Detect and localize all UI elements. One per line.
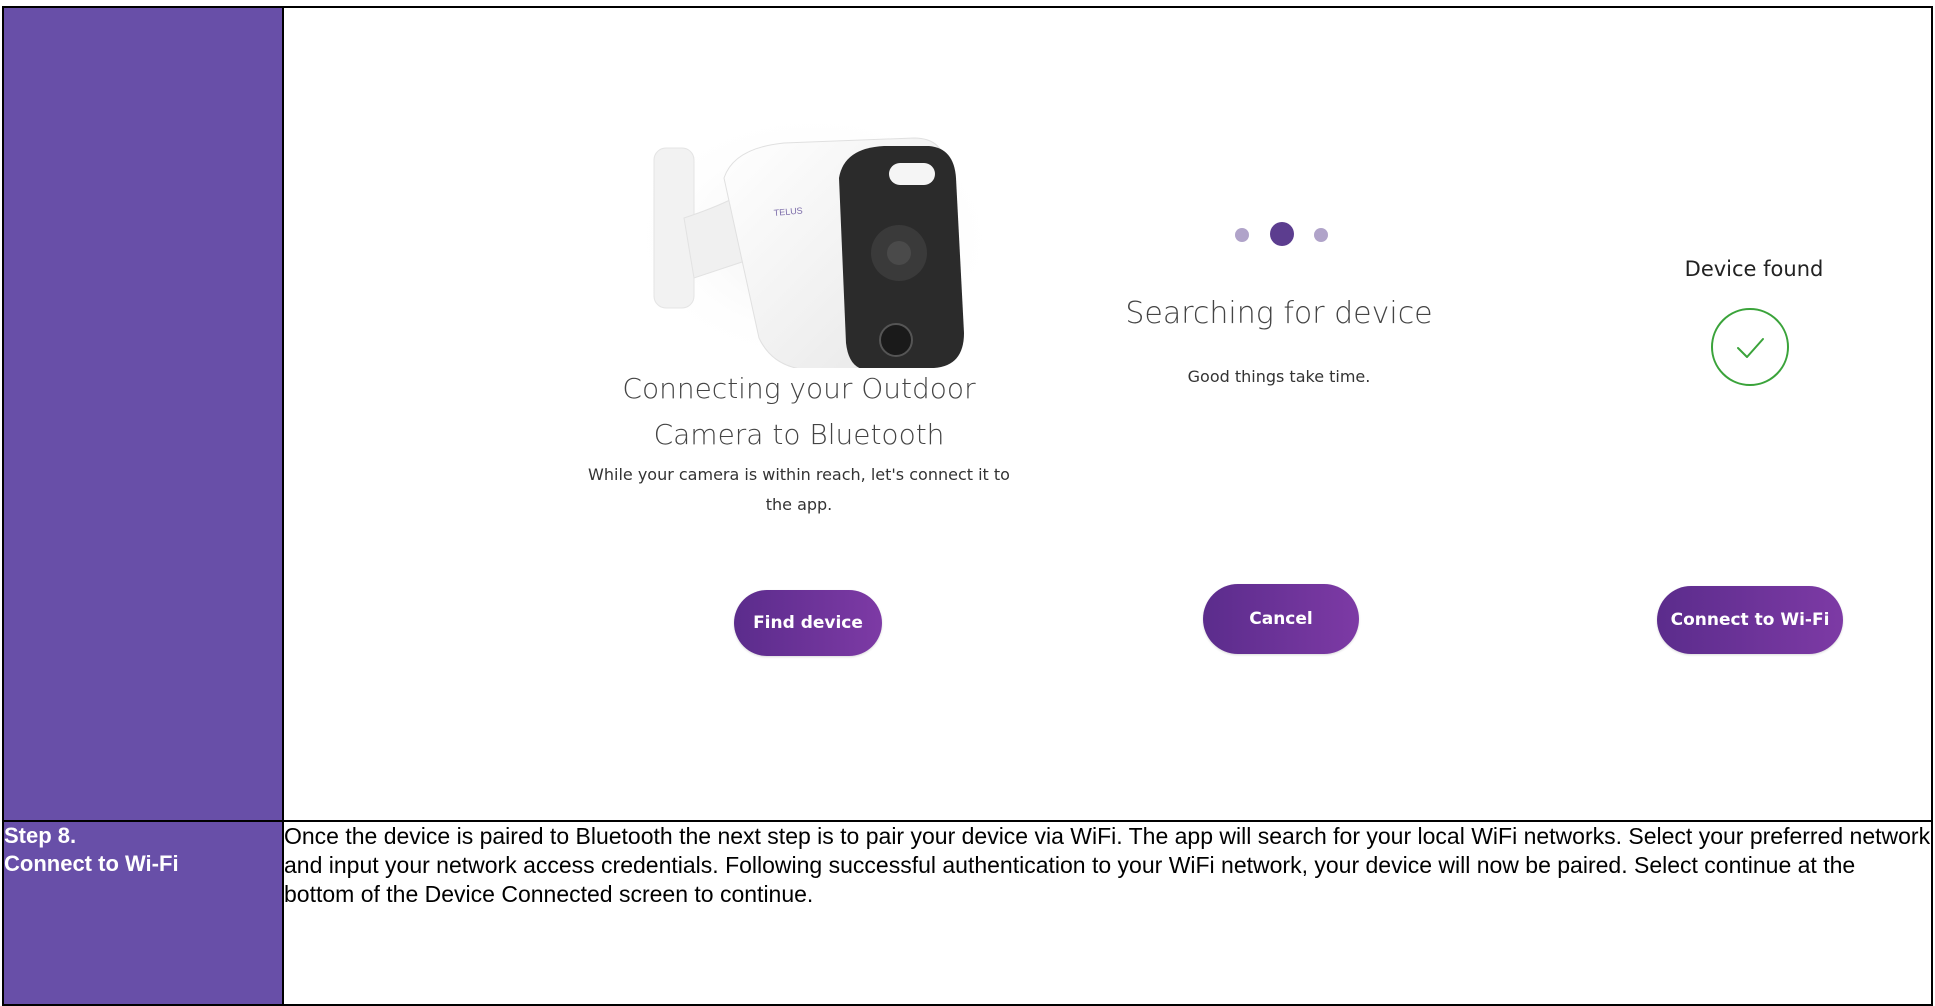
bluetooth-panel-title: Connecting your Outdoor Camera to Blueto… — [574, 366, 1024, 458]
loading-dot-center — [1270, 222, 1294, 246]
instruction-table: TELUS Connecting your Outdoor Camera to … — [2, 6, 1933, 1006]
step-title: Connect to Wi-Fi — [4, 851, 179, 876]
connect-to-wifi-button[interactable]: Connect to Wi-Fi — [1657, 586, 1843, 654]
step-description: Once the device is paired to Bluetooth t… — [282, 820, 1933, 1006]
cancel-button[interactable]: Cancel — [1203, 584, 1359, 654]
step-label-cell: Step 8. Connect to Wi-Fi — [2, 820, 284, 1006]
step-row: Step 8. Connect to Wi-Fi Once the device… — [2, 820, 1933, 1006]
step-number: Step 8. — [4, 823, 77, 848]
bluetooth-title-line2: Camera to Bluetooth — [653, 418, 945, 451]
loading-dot-left — [1235, 228, 1249, 242]
success-check-icon — [1711, 308, 1789, 386]
screens-row: TELUS Connecting your Outdoor Camera to … — [2, 6, 1933, 822]
searching-text: Good things take time. — [1187, 367, 1371, 386]
sidebar-cell — [2, 6, 284, 822]
find-device-button[interactable]: Find device — [734, 590, 882, 656]
outdoor-camera-image: TELUS — [624, 108, 1004, 368]
device-found-title: Device found — [1684, 257, 1824, 281]
bluetooth-panel-text: While your camera is within reach, let's… — [554, 460, 1044, 520]
bluetooth-text-line1: While your camera is within reach, let's… — [588, 465, 1010, 484]
bluetooth-title-line1: Connecting your Outdoor — [622, 372, 976, 405]
searching-title: Searching for device — [1125, 296, 1433, 331]
bluetooth-text-line2: the app. — [765, 495, 833, 514]
document-page: TELUS Connecting your Outdoor Camera to … — [0, 0, 1935, 1006]
loading-dot-right — [1314, 228, 1328, 242]
screens-cell: TELUS Connecting your Outdoor Camera to … — [282, 6, 1933, 822]
